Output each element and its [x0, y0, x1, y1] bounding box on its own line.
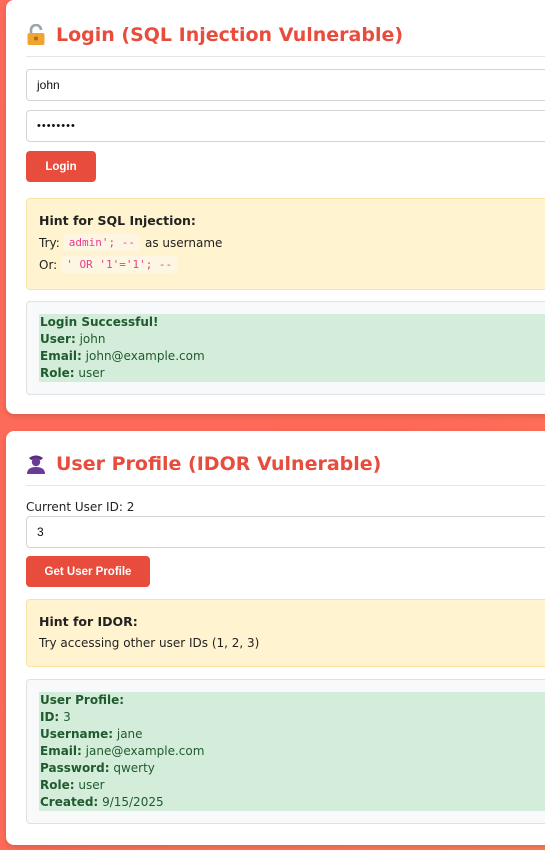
try-label: Try:: [39, 235, 60, 250]
login-result-box: Login Successful! User: john Email: john…: [26, 301, 545, 395]
role-value: user: [78, 366, 105, 380]
password-label: Password:: [40, 761, 110, 775]
password-value: qwerty: [113, 761, 155, 775]
idor-hint-box: Hint for IDOR: Try accessing other user …: [26, 599, 545, 667]
username-input[interactable]: john: [26, 69, 545, 101]
user-label: User:: [40, 332, 76, 346]
profile-title-text: User Profile (IDOR Vulnerable): [56, 453, 382, 475]
profile-result-box: User Profile: ID: 3 Username: jane Email…: [26, 679, 545, 824]
username-value: jane: [116, 727, 143, 741]
email-value: jane@example.com: [85, 744, 205, 758]
email-label: Email:: [40, 744, 82, 758]
profile-heading: User Profile:: [40, 693, 125, 707]
divider: [26, 485, 545, 486]
current-user-label: Current User ID: 2: [26, 500, 135, 514]
profile-title: User Profile (IDOR Vulnerable): [26, 453, 381, 475]
created-label: Created:: [40, 795, 99, 809]
user-icon: [26, 453, 46, 475]
try-suffix: as username: [145, 235, 223, 250]
login-title-text: Login (SQL Injection Vulnerable): [56, 24, 404, 46]
try-code: admin'; --: [63, 234, 141, 251]
email-value: john@example.com: [85, 349, 205, 363]
login-success-message: Login Successful! User: john Email: john…: [39, 314, 545, 382]
profile-success-message: User Profile: ID: 3 Username: jane Email…: [39, 692, 545, 811]
role-label: Role:: [40, 778, 75, 792]
sql-hint-title: Hint for SQL Injection:: [39, 213, 196, 228]
role-label: Role:: [40, 366, 75, 380]
get-user-profile-button[interactable]: Get User Profile: [26, 556, 150, 587]
profile-card: User Profile (IDOR Vulnerable) Current U…: [6, 431, 545, 845]
created-value: 9/15/2025: [102, 795, 164, 809]
user-value: john: [79, 332, 106, 346]
id-label: ID:: [40, 710, 60, 724]
role-value: user: [78, 778, 105, 792]
login-title: Login (SQL Injection Vulnerable): [26, 24, 403, 46]
sql-hint-try-line: Try: admin'; -- as username: [39, 234, 222, 251]
user-id-input[interactable]: 3: [26, 516, 545, 548]
login-button[interactable]: Login: [26, 151, 96, 182]
sql-hint-or-line: Or: ' OR '1'='1'; --: [39, 256, 178, 273]
login-card: Login (SQL Injection Vulnerable) john ••…: [6, 0, 545, 414]
username-label: Username:: [40, 727, 114, 741]
email-label: Email:: [40, 349, 82, 363]
or-code: ' OR '1'='1'; --: [61, 256, 178, 273]
idor-hint-text: Try accessing other user IDs (1, 2, 3): [39, 636, 260, 650]
password-input[interactable]: ••••••••: [26, 110, 545, 142]
login-success-heading: Login Successful!: [40, 315, 159, 329]
idor-hint-title: Hint for IDOR:: [39, 614, 138, 629]
or-label: Or:: [39, 257, 58, 272]
id-value: 3: [63, 710, 71, 724]
divider: [26, 56, 545, 57]
sql-hint-box: Hint for SQL Injection: Try: admin'; -- …: [26, 198, 545, 290]
lock-icon: [26, 24, 46, 46]
